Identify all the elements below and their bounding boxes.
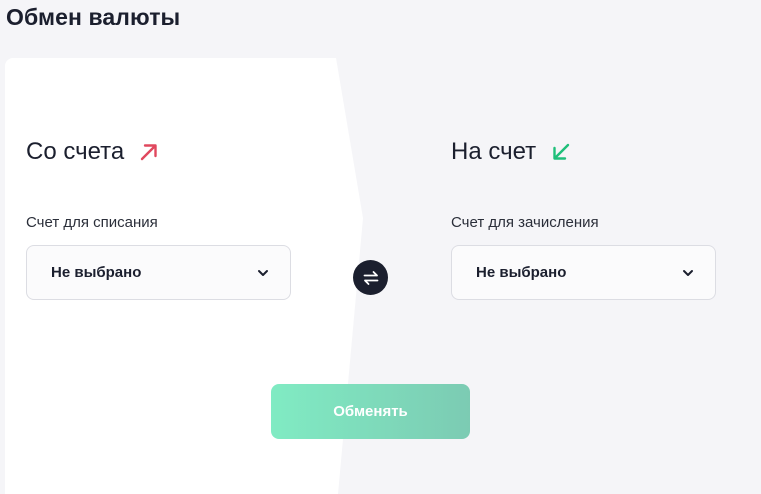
- from-section-title: Со счета: [26, 137, 160, 167]
- exchange-card: Со счета Счет для списания Не выбрано На…: [5, 58, 734, 494]
- to-section-title: На счет: [451, 137, 572, 167]
- chevron-down-icon: [683, 269, 693, 276]
- arrow-down-left-icon: [553, 143, 570, 160]
- currency-exchange-page: Обмен валюты Со счета Счет для списания …: [0, 0, 761, 494]
- chevron-down-icon: [258, 269, 268, 276]
- from-field-label: Счет для списания: [26, 214, 158, 231]
- swap-accounts-button[interactable]: [353, 260, 388, 295]
- to-account-select[interactable]: Не выбрано: [451, 245, 716, 300]
- to-field-label: Счет для зачисления: [451, 214, 599, 231]
- arrow-up-right-icon: [141, 144, 157, 161]
- from-account-selected-value: Не выбрано: [51, 264, 142, 281]
- to-account-selected-value: Не выбрано: [476, 264, 567, 281]
- from-title-text: Со счета: [26, 138, 125, 165]
- from-account-select[interactable]: Не выбрано: [26, 245, 291, 300]
- exchange-button[interactable]: Обменять: [271, 384, 470, 439]
- to-title-text: На счет: [451, 138, 537, 165]
- swap-arrows-icon: [363, 270, 378, 285]
- page-title: Обмен валюты: [6, 4, 181, 30]
